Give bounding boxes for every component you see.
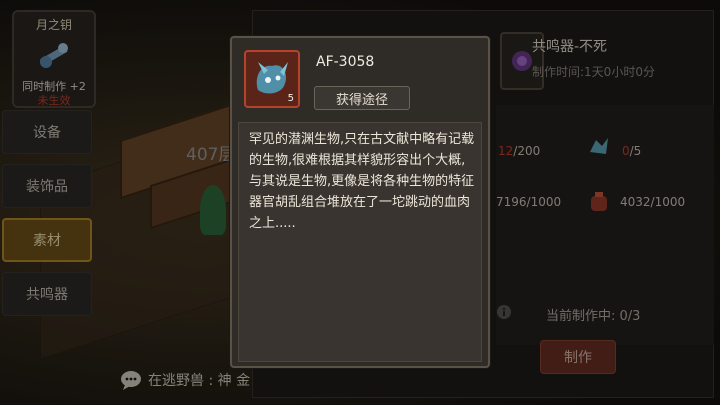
description-box: 罕见的潜渊生物,只在古文献中略有记载的生物,很难根据其样貌形容出个大概,与其说是…	[238, 122, 482, 362]
item-description: 罕见的潜渊生物,只在古文献中略有记载的生物,很难根据其样貌形容出个大概,与其说是…	[249, 132, 475, 231]
source-button[interactable]: 获得途径	[314, 86, 410, 110]
item-count: 5	[287, 93, 294, 104]
item-detail-popup: 5 AF-3058 获得途径 罕见的潜渊生物,只在古文献中略有记载的生物,很难根…	[230, 36, 490, 368]
item-name: AF-3058	[316, 54, 375, 70]
item-icon-slot: 5	[244, 50, 300, 108]
